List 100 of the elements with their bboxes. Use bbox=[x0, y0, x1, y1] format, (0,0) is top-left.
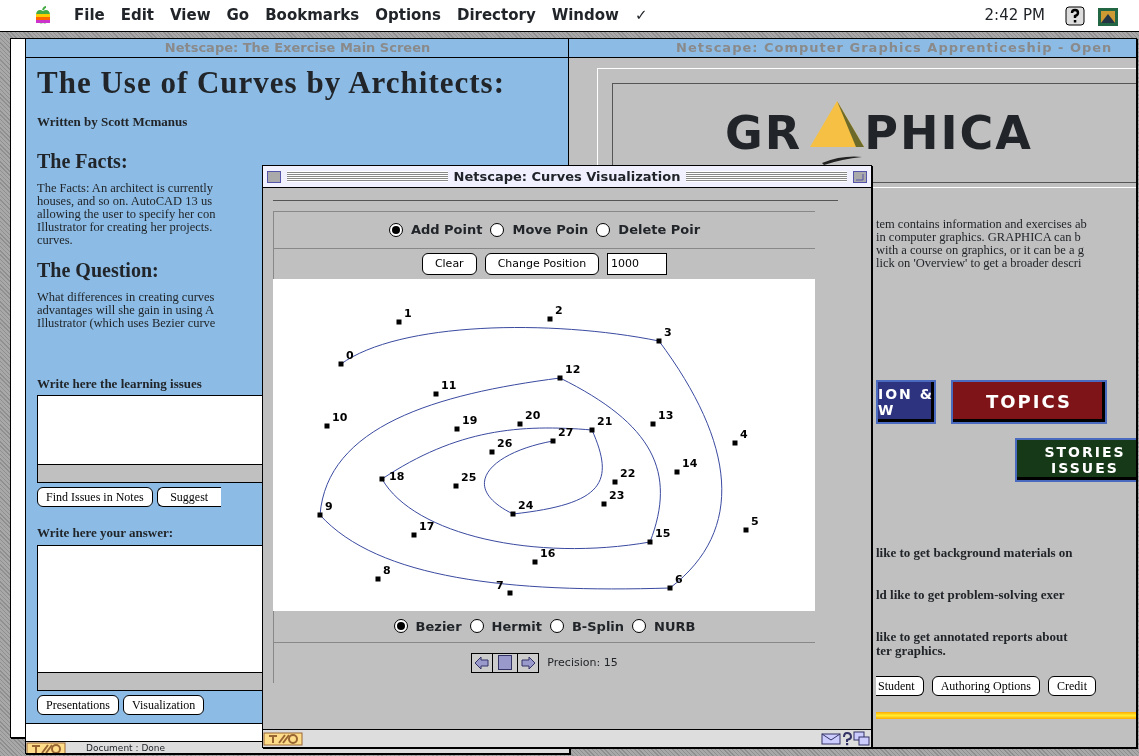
radio-label: B-Splin bbox=[571, 617, 625, 636]
radio-button[interactable] bbox=[388, 222, 403, 237]
control-point[interactable] bbox=[601, 501, 607, 506]
control-point[interactable] bbox=[557, 375, 563, 380]
section-heading: The Question: bbox=[37, 257, 159, 283]
point-label: 10 bbox=[332, 410, 348, 424]
paragraph-line: What differences in creating curves bbox=[37, 290, 215, 304]
answer-button[interactable]: Visualization bbox=[123, 694, 205, 715]
point-label: 24 bbox=[518, 498, 534, 512]
control-point[interactable] bbox=[338, 361, 344, 366]
issue-button[interactable]: Find Issues in Notes bbox=[37, 487, 153, 507]
control-point[interactable] bbox=[656, 338, 662, 343]
control-point[interactable] bbox=[453, 483, 459, 488]
section-heading: The Facts: bbox=[37, 148, 128, 174]
point-label: 3 bbox=[664, 325, 672, 339]
control-point[interactable] bbox=[324, 423, 330, 428]
answer-button[interactable]: Presentations bbox=[37, 694, 119, 715]
control-point[interactable] bbox=[647, 539, 653, 544]
control-point[interactable] bbox=[379, 476, 385, 481]
menu-item[interactable]: Go bbox=[218, 4, 258, 27]
nav-button[interactable]: ION & W bbox=[876, 380, 936, 424]
control-point[interactable] bbox=[375, 576, 381, 581]
option-button[interactable]: Credit bbox=[1048, 676, 1096, 696]
control-point[interactable] bbox=[674, 469, 680, 474]
menu-item[interactable]: ✓ bbox=[626, 4, 656, 27]
point-label: 14 bbox=[682, 456, 698, 470]
logo-text: PHICA bbox=[864, 104, 1033, 162]
control-point[interactable] bbox=[589, 427, 595, 432]
point-label: 15 bbox=[655, 526, 671, 540]
option-button[interactable]: Authoring Options bbox=[931, 676, 1040, 696]
point-label: 25 bbox=[461, 470, 477, 484]
paragraph-line: curves. bbox=[37, 233, 73, 247]
mail-icon[interactable] bbox=[821, 732, 841, 745]
point-label: 0 bbox=[346, 348, 354, 362]
radio-button[interactable] bbox=[469, 619, 484, 634]
control-point[interactable] bbox=[454, 426, 460, 431]
menu-item[interactable]: Bookmarks bbox=[257, 4, 368, 27]
point-label: 23 bbox=[609, 488, 625, 502]
control-point[interactable] bbox=[507, 590, 513, 595]
option-button[interactable]: Student bbox=[876, 676, 924, 696]
zoom-icon[interactable] bbox=[853, 170, 867, 183]
control-point[interactable] bbox=[517, 421, 523, 426]
help-icon[interactable] bbox=[1065, 5, 1085, 26]
control-point[interactable] bbox=[433, 391, 439, 396]
control-point[interactable] bbox=[743, 527, 749, 532]
control-point[interactable] bbox=[667, 585, 673, 590]
control-point[interactable] bbox=[317, 512, 323, 517]
radio-label: Move Poin bbox=[512, 221, 589, 239]
point-label: 2 bbox=[555, 303, 563, 317]
logo-text: GR bbox=[725, 104, 803, 162]
menu-item[interactable]: Window bbox=[543, 4, 627, 27]
radio-button[interactable] bbox=[490, 222, 505, 237]
help-icon[interactable] bbox=[841, 731, 853, 746]
tool-button[interactable]: Change Position bbox=[484, 252, 600, 275]
control-point[interactable] bbox=[612, 479, 618, 484]
slider-thumb[interactable] bbox=[498, 655, 513, 670]
radio-button[interactable] bbox=[549, 619, 564, 634]
radio-button[interactable] bbox=[393, 619, 408, 634]
precision-slider[interactable] bbox=[471, 653, 540, 673]
clock: 2:42 PM bbox=[983, 5, 1046, 27]
menu-item[interactable]: View bbox=[162, 4, 219, 27]
point-label: 26 bbox=[497, 436, 513, 450]
window-title: Netscape: Curves Visualization bbox=[453, 167, 681, 186]
point-label: 27 bbox=[558, 425, 574, 439]
control-point[interactable] bbox=[411, 532, 417, 537]
control-point[interactable] bbox=[550, 438, 556, 443]
control-point[interactable] bbox=[650, 421, 656, 426]
menu-item[interactable]: File bbox=[66, 4, 113, 27]
point-label: 18 bbox=[389, 469, 405, 483]
issue-button[interactable]: Suggest bbox=[156, 487, 221, 507]
horizontal-scrollbar[interactable] bbox=[37, 465, 263, 483]
control-point[interactable] bbox=[547, 316, 553, 321]
position-field[interactable]: 1000 bbox=[607, 252, 668, 275]
windows-icon[interactable] bbox=[853, 730, 871, 747]
app-icon[interactable] bbox=[1097, 5, 1119, 26]
control-point[interactable] bbox=[510, 511, 516, 516]
radio-label: Delete Poir bbox=[618, 221, 701, 239]
nav-button[interactable]: STORIES ISSUES bbox=[1015, 438, 1136, 482]
apple-icon[interactable] bbox=[34, 5, 52, 26]
nav-button[interactable]: TOPICS bbox=[951, 380, 1107, 424]
point-label: 6 bbox=[675, 572, 683, 586]
control-point[interactable] bbox=[396, 319, 402, 324]
radio-label: Bezier bbox=[415, 617, 462, 636]
paragraph-line: allowing the user to specify her con bbox=[37, 207, 216, 221]
point-label: 8 bbox=[383, 563, 391, 577]
control-point[interactable] bbox=[532, 559, 538, 564]
menu-item[interactable]: Options bbox=[367, 4, 449, 27]
point-label: 13 bbox=[658, 408, 674, 422]
radio-button[interactable] bbox=[632, 619, 647, 634]
menu-item[interactable]: Edit bbox=[112, 4, 162, 27]
radio-button[interactable] bbox=[596, 222, 611, 237]
page-heading: The Use of Curves by Architects: bbox=[37, 64, 505, 102]
control-point[interactable] bbox=[732, 440, 738, 445]
menu-item[interactable]: Directory bbox=[448, 4, 544, 27]
point-label: 12 bbox=[565, 362, 581, 376]
control-point[interactable] bbox=[489, 449, 495, 454]
answer-text-area[interactable] bbox=[37, 544, 263, 673]
issues-text-area[interactable] bbox=[37, 395, 263, 465]
tool-button[interactable]: Clear bbox=[421, 252, 477, 275]
close-icon[interactable] bbox=[267, 170, 281, 183]
